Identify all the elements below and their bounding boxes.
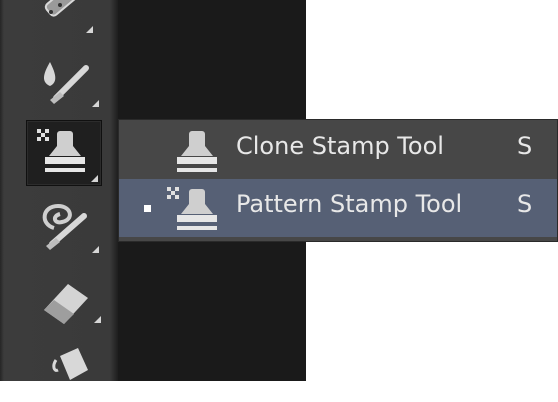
clone-stamp-icon (177, 131, 217, 172)
brush-tool-button[interactable] (14, 0, 104, 36)
selected-bullet-icon (144, 205, 151, 212)
mixer-brush-tool-button[interactable] (14, 48, 104, 114)
menu-item-label: Clone Stamp Tool (236, 132, 444, 160)
history-brush-tool-button[interactable] (14, 192, 104, 258)
submenu-indicator (86, 26, 93, 33)
menu-item-shortcut: S (517, 190, 533, 218)
eraser-icon (44, 284, 88, 324)
pattern-stamp-icon (167, 187, 217, 230)
pattern-stamp-tool-button[interactable] (26, 120, 102, 186)
menu-item-pattern-stamp[interactable]: Pattern Stamp Tool S (119, 179, 557, 237)
paint-bucket-tool-button[interactable] (14, 336, 104, 402)
pattern-stamp-icon (37, 129, 85, 172)
eraser-tool-button[interactable] (14, 266, 104, 332)
tool-flyout-menu: Clone Stamp Tool S Pattern Stamp Tool S (118, 119, 558, 242)
paint-bucket-icon (52, 348, 88, 380)
menu-item-label: Pattern Stamp Tool (236, 190, 463, 218)
submenu-indicator (94, 316, 101, 323)
menu-item-shortcut: S (517, 132, 533, 160)
menu-item-clone-stamp[interactable]: Clone Stamp Tool S (119, 121, 557, 179)
submenu-indicator (91, 175, 98, 182)
tools-panel (0, 0, 118, 381)
submenu-indicator (92, 100, 99, 107)
submenu-indicator (92, 246, 99, 253)
art-history-brush-icon (42, 203, 87, 250)
mixer-brush-icon (43, 62, 89, 104)
